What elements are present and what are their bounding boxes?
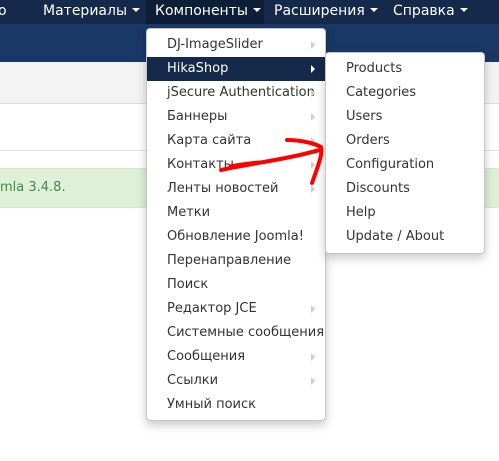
nav-item-label: Справка: [393, 3, 455, 19]
menu-item-redirect[interactable]: Перенаправление: [147, 249, 325, 273]
menu-item-newsfeeds[interactable]: Ленты новостей: [147, 177, 325, 201]
caret-down-icon: [132, 8, 140, 12]
menu-item-label: Перенаправление: [167, 253, 292, 268]
menu-item-label: Обновление Joomla!: [167, 229, 304, 244]
menu-item-label: Update / About: [346, 229, 445, 244]
chevron-right-icon: [311, 377, 315, 385]
menu-item-label: Контакты: [167, 157, 234, 172]
nav-item-help[interactable]: Справка: [383, 0, 483, 24]
nav-item-components[interactable]: Компоненты: [146, 0, 264, 24]
notice-text: mla 3.4.8.: [0, 180, 66, 195]
menu-item-label: Сообщения: [167, 349, 246, 364]
caret-down-icon: [252, 8, 261, 12]
menu-item-jsecure[interactable]: jSecure Authentication: [147, 81, 325, 105]
nav-item-partial[interactable]: о: [0, 0, 28, 24]
components-dropdown: DJ-ImageSlider HikaShop jSecure Authenti…: [146, 28, 326, 421]
menu-item-label: Редактор JCE: [167, 301, 257, 316]
menu-item-contacts[interactable]: Контакты: [147, 153, 325, 177]
menu-item-label: Карта сайта: [167, 133, 252, 148]
menu-item-products[interactable]: Products: [326, 57, 484, 81]
hikashop-submenu: Products Categories Users Orders Configu…: [325, 52, 485, 254]
menu-item-weblinks[interactable]: Ссылки: [147, 369, 325, 393]
menu-item-system-messages[interactable]: Системные сообщения: [147, 321, 325, 345]
chevron-right-icon: [311, 89, 315, 97]
menu-item-label: DJ-ImageSlider: [167, 37, 263, 52]
menu-item-smart-search[interactable]: Умный поиск: [147, 393, 325, 417]
nav-item-label: Материалы: [43, 3, 127, 19]
menu-item-jce-editor[interactable]: Редактор JCE: [147, 297, 325, 321]
menu-item-orders[interactable]: Orders: [326, 129, 484, 153]
chevron-right-icon: [311, 353, 315, 361]
caret-down-icon: [459, 8, 468, 12]
menu-item-help[interactable]: Help: [326, 201, 484, 225]
menu-item-search[interactable]: Поиск: [147, 273, 325, 297]
menu-item-label: Ленты новостей: [167, 181, 279, 196]
nav-item-label: Расширения: [274, 3, 365, 19]
chevron-right-icon: [311, 161, 315, 169]
menu-item-label: Метки: [167, 205, 211, 220]
menu-item-label: Баннеры: [167, 109, 228, 124]
chevron-right-icon: [311, 113, 315, 121]
menu-item-tags[interactable]: Метки: [147, 201, 325, 225]
menu-item-users[interactable]: Users: [326, 105, 484, 129]
top-navbar: о Материалы Компоненты Расширения Справк…: [0, 0, 499, 24]
menu-item-label: Discounts: [346, 181, 410, 196]
caret-down-icon: [369, 8, 378, 12]
chevron-right-icon: [311, 41, 315, 49]
nav-item-materials[interactable]: Материалы: [33, 0, 143, 24]
menu-item-label: Help: [346, 205, 376, 220]
menu-item-label: Users: [346, 109, 383, 124]
menu-item-label: Products: [346, 61, 403, 76]
menu-item-label: HikaShop: [167, 61, 229, 76]
menu-item-label: Умный поиск: [167, 397, 256, 412]
menu-item-discounts[interactable]: Discounts: [326, 177, 484, 201]
chevron-right-icon: [311, 65, 315, 73]
chevron-right-icon: [311, 137, 315, 145]
nav-item-label: Компоненты: [155, 3, 248, 19]
menu-item-label: jSecure Authentication: [167, 85, 315, 100]
menu-item-label: Orders: [346, 133, 390, 148]
nav-item-extensions[interactable]: Расширения: [264, 0, 382, 24]
menu-item-label: Ссылки: [167, 373, 219, 388]
menu-item-banners[interactable]: Баннеры: [147, 105, 325, 129]
menu-item-label: Configuration: [346, 157, 435, 172]
menu-item-sitemap[interactable]: Карта сайта: [147, 129, 325, 153]
chevron-right-icon: [311, 185, 315, 193]
menu-item-label: Системные сообщения: [167, 325, 325, 340]
menu-item-label: Поиск: [167, 277, 209, 292]
menu-item-update-about[interactable]: Update / About: [326, 225, 484, 249]
nav-item-label: о: [0, 3, 7, 19]
menu-item-joomla-update[interactable]: Обновление Joomla!: [147, 225, 325, 249]
menu-item-messages[interactable]: Сообщения: [147, 345, 325, 369]
menu-item-label: Categories: [346, 85, 417, 100]
menu-item-dj-imageslider[interactable]: DJ-ImageSlider: [147, 33, 325, 57]
menu-item-hikashop[interactable]: HikaShop: [147, 57, 325, 81]
menu-item-categories[interactable]: Categories: [326, 81, 484, 105]
menu-item-configuration[interactable]: Configuration: [326, 153, 484, 177]
chevron-right-icon: [311, 305, 315, 313]
